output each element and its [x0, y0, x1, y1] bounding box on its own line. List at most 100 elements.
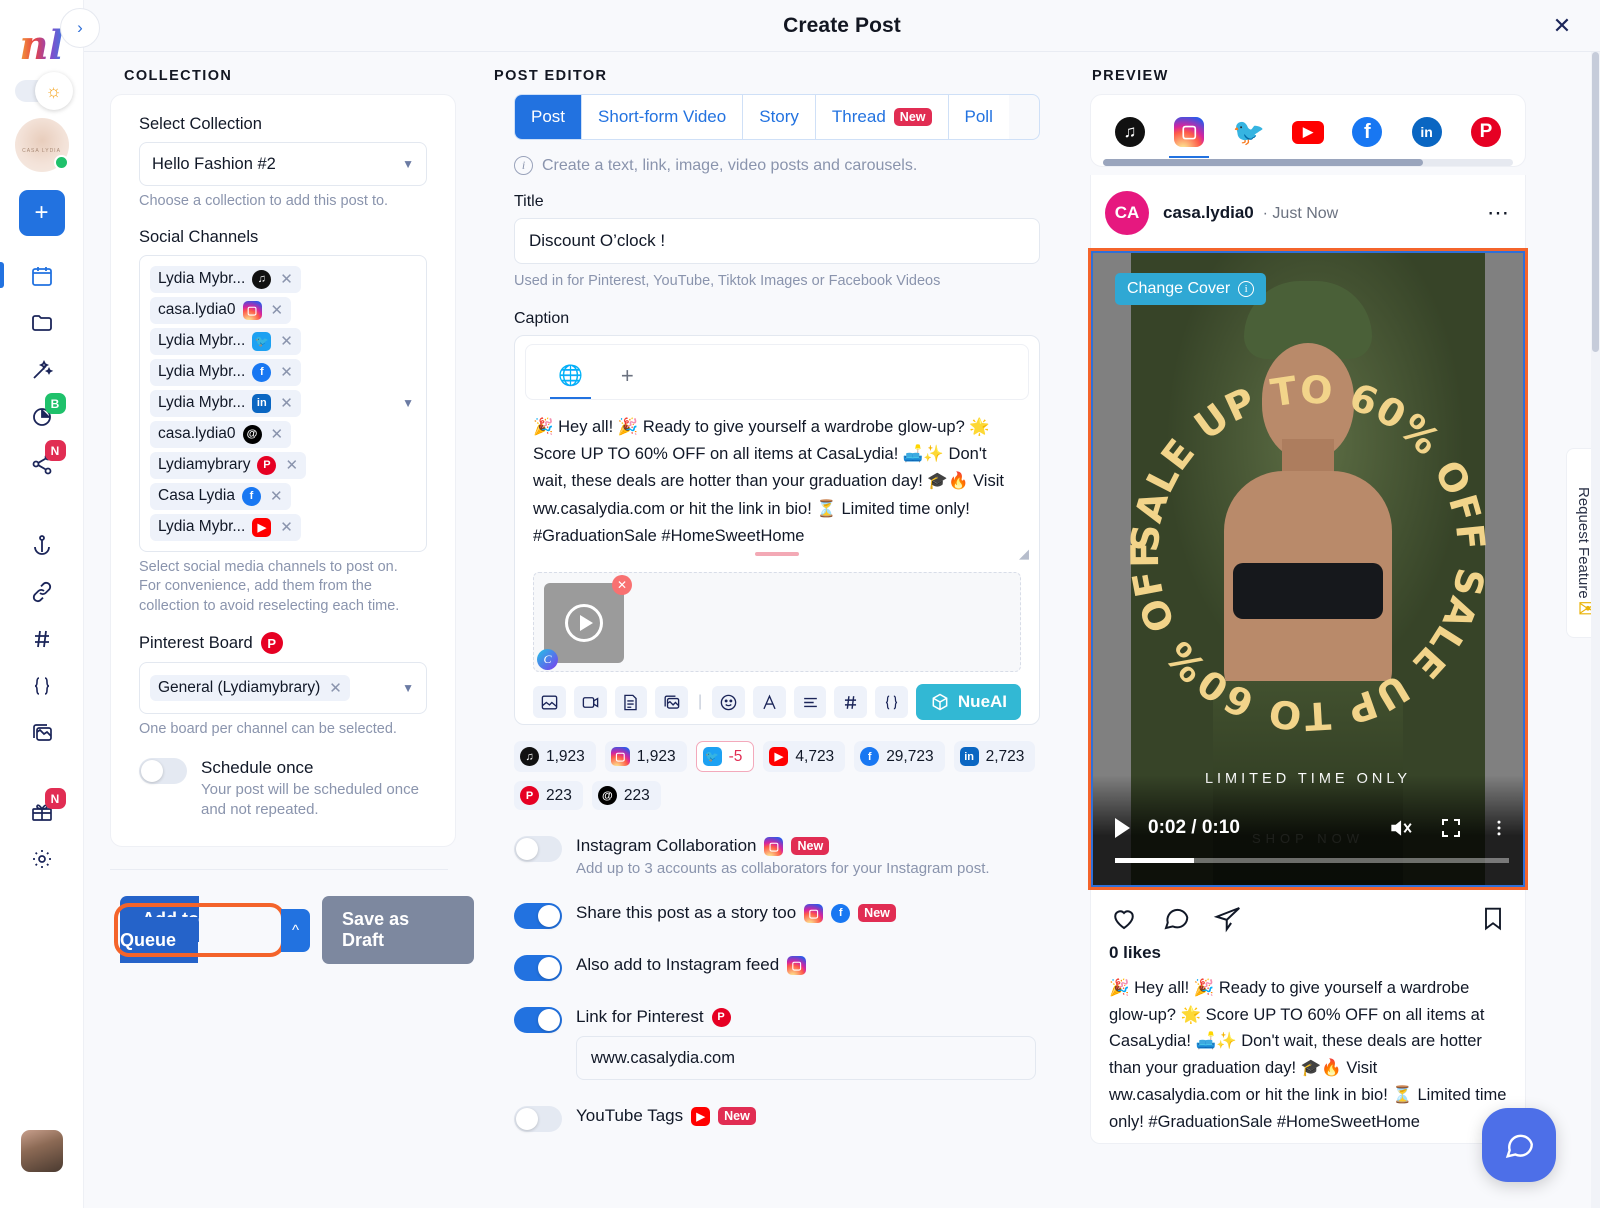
sidebar-item-calendar[interactable] [0, 252, 70, 299]
channel-chip[interactable]: casa.lydia0 @ ✕ [150, 420, 292, 448]
video-icon[interactable] [573, 686, 607, 719]
sidebar-item-anchor[interactable] [14, 521, 70, 568]
link-for-pinterest-toggle[interactable] [514, 1007, 562, 1034]
sidebar-item-analytics[interactable]: B [14, 393, 70, 440]
align-icon[interactable] [793, 686, 827, 719]
add-to-queue-button[interactable]: Add to Queue [120, 896, 199, 964]
sidebar-item-gift[interactable]: N [14, 788, 70, 835]
more-vertical-icon[interactable] [1489, 816, 1509, 840]
pinterest-board-chip[interactable]: General (Lydiamybrary) ✕ [150, 675, 350, 702]
font-icon[interactable] [752, 686, 786, 719]
queue-options-caret-button[interactable]: ^ [281, 908, 311, 952]
tab-thread[interactable]: Thread New [815, 95, 949, 139]
social-channels-box[interactable]: Lydia Mybr... ♫ ✕ casa.lydia0 ▢ ✕ Lydia … [139, 254, 427, 552]
collection-select[interactable]: Hello Fashion #2 ▼ [139, 142, 427, 186]
count-instagram[interactable]: ▢ 1,923 [604, 741, 687, 773]
count-tiktok[interactable]: ♫ 1,923 [514, 741, 596, 773]
resize-grip-icon[interactable]: ◢ [1019, 546, 1029, 562]
video-progress-bar[interactable] [1115, 858, 1509, 863]
braces-icon[interactable] [875, 686, 908, 719]
sidebar-item-settings[interactable] [14, 835, 70, 882]
globe-icon[interactable]: 🌐 [544, 355, 597, 400]
canva-icon[interactable]: C [537, 649, 558, 671]
sidebar-item-braces[interactable] [14, 662, 70, 709]
remove-channel-icon[interactable]: ✕ [271, 301, 284, 319]
preview-tab-twitter[interactable]: 🐦 [1232, 115, 1266, 149]
remove-channel-icon[interactable]: ✕ [280, 270, 293, 288]
save-as-draft-button[interactable]: Save as Draft [322, 896, 474, 965]
chevron-down-icon[interactable]: ▼ [402, 396, 414, 410]
remove-channel-icon[interactable]: ✕ [280, 332, 293, 350]
preview-tab-instagram[interactable]: ▢ [1169, 115, 1210, 158]
comment-icon[interactable] [1161, 903, 1191, 933]
preview-tab-pinterest[interactable]: P [1469, 115, 1503, 149]
image-icon[interactable] [533, 686, 566, 719]
instagram-collaboration-toggle[interactable] [514, 836, 562, 863]
media-library-icon[interactable] [655, 686, 688, 719]
mute-icon[interactable] [1387, 815, 1413, 841]
sidebar-item-folder[interactable] [14, 299, 70, 346]
channel-chip[interactable]: Casa Lydia f ✕ [150, 482, 291, 510]
nueai-button[interactable]: NueAI [915, 684, 1022, 721]
remove-channel-icon[interactable]: ✕ [280, 394, 293, 412]
count-twitter[interactable]: 🐦 -5 [695, 741, 755, 773]
count-threads[interactable]: @223 [591, 781, 661, 811]
chat-bubble-icon[interactable] [1482, 1108, 1556, 1182]
sidebar-item-share[interactable]: N [14, 440, 70, 487]
channel-chip[interactable]: Lydia Mybr... 🐦 ✕ [150, 327, 301, 355]
sidebar-item-magic-wand[interactable] [14, 346, 70, 393]
count-pinterest[interactable]: P 223 [514, 781, 583, 811]
scrollbar-thumb[interactable] [1592, 52, 1599, 352]
tab-post[interactable]: Post [515, 95, 583, 139]
schedule-once-toggle[interactable] [139, 757, 187, 784]
channel-chip[interactable]: casa.lydia0 ▢ ✕ [150, 296, 292, 324]
page-scrollbar[interactable] [1591, 52, 1600, 1208]
channel-chip[interactable]: Lydia Mybr... in ✕ [150, 389, 301, 417]
tab-short-form-video[interactable]: Short-form Video [582, 95, 744, 139]
preview-tab-youtube[interactable]: ▶ [1291, 115, 1325, 149]
plus-icon[interactable]: + [607, 355, 648, 399]
title-input[interactable]: Discount O’clock ! [514, 218, 1040, 264]
sidebar-item-media-library[interactable] [14, 709, 70, 756]
channel-chip[interactable]: Lydiamybrary P ✕ [150, 451, 307, 479]
sidebar-item-link[interactable] [14, 568, 70, 615]
play-icon[interactable] [1115, 818, 1130, 838]
share-as-story-toggle[interactable] [514, 903, 562, 930]
preview-tab-linkedin[interactable]: in [1410, 115, 1444, 149]
media-thumbnail[interactable]: ✕ C [537, 575, 632, 671]
media-dropzone[interactable]: ✕ C [533, 572, 1021, 673]
create-new-button[interactable]: + [18, 190, 65, 236]
scrollbar-thumb[interactable] [1103, 159, 1423, 166]
more-horizontal-icon[interactable]: ⋯ [1487, 200, 1511, 226]
remove-channel-icon[interactable]: ✕ [270, 487, 283, 505]
fullscreen-icon[interactable] [1439, 816, 1463, 840]
expand-sidebar-button[interactable]: › [60, 8, 100, 48]
bookmark-icon[interactable] [1479, 904, 1507, 932]
count-facebook[interactable]: f 29,723 [854, 741, 945, 773]
add-to-instagram-feed-toggle[interactable] [514, 955, 562, 982]
close-icon[interactable]: ✕ [1548, 12, 1576, 40]
chevron-down-icon[interactable]: ▼ [402, 681, 414, 695]
user-avatar[interactable] [21, 1130, 63, 1172]
sidebar-item-hashtag[interactable] [14, 615, 70, 662]
caption-textarea[interactable]: 🎉 Hey all! 🎉 Ready to give yourself a wa… [515, 400, 1039, 557]
preview-media[interactable]: SALE UP TO 60% OFF SALE UP TO 60% OFF LI… [1088, 248, 1528, 890]
preview-scrollbar[interactable] [1103, 159, 1513, 166]
change-cover-button[interactable]: Change Cover i [1115, 273, 1267, 305]
remove-channel-icon[interactable]: ✕ [285, 456, 298, 474]
remove-board-icon[interactable]: ✕ [329, 679, 342, 697]
preview-tab-tiktok[interactable]: ♫ [1113, 115, 1147, 149]
tab-poll[interactable]: Poll [948, 95, 1009, 139]
theme-toggle[interactable]: ☼ [14, 72, 73, 110]
channel-chip[interactable]: Lydia Mybr... ♫ ✕ [150, 265, 301, 293]
count-linkedin[interactable]: in 2,723 [953, 741, 1036, 773]
remove-media-icon[interactable]: ✕ [612, 575, 632, 596]
workspace-avatar[interactable]: CASA LYDIA [14, 118, 69, 172]
pinterest-board-select[interactable]: General (Lydiamybrary) ✕ ▼ [139, 662, 427, 715]
remove-channel-icon[interactable]: ✕ [280, 363, 293, 381]
hashtag-icon[interactable] [834, 686, 868, 719]
preview-tab-facebook[interactable]: f [1350, 115, 1384, 149]
pinterest-link-input[interactable]: www.casalydia.com [576, 1036, 1036, 1081]
youtube-tags-toggle[interactable] [514, 1106, 562, 1133]
emoji-icon[interactable] [712, 686, 745, 719]
